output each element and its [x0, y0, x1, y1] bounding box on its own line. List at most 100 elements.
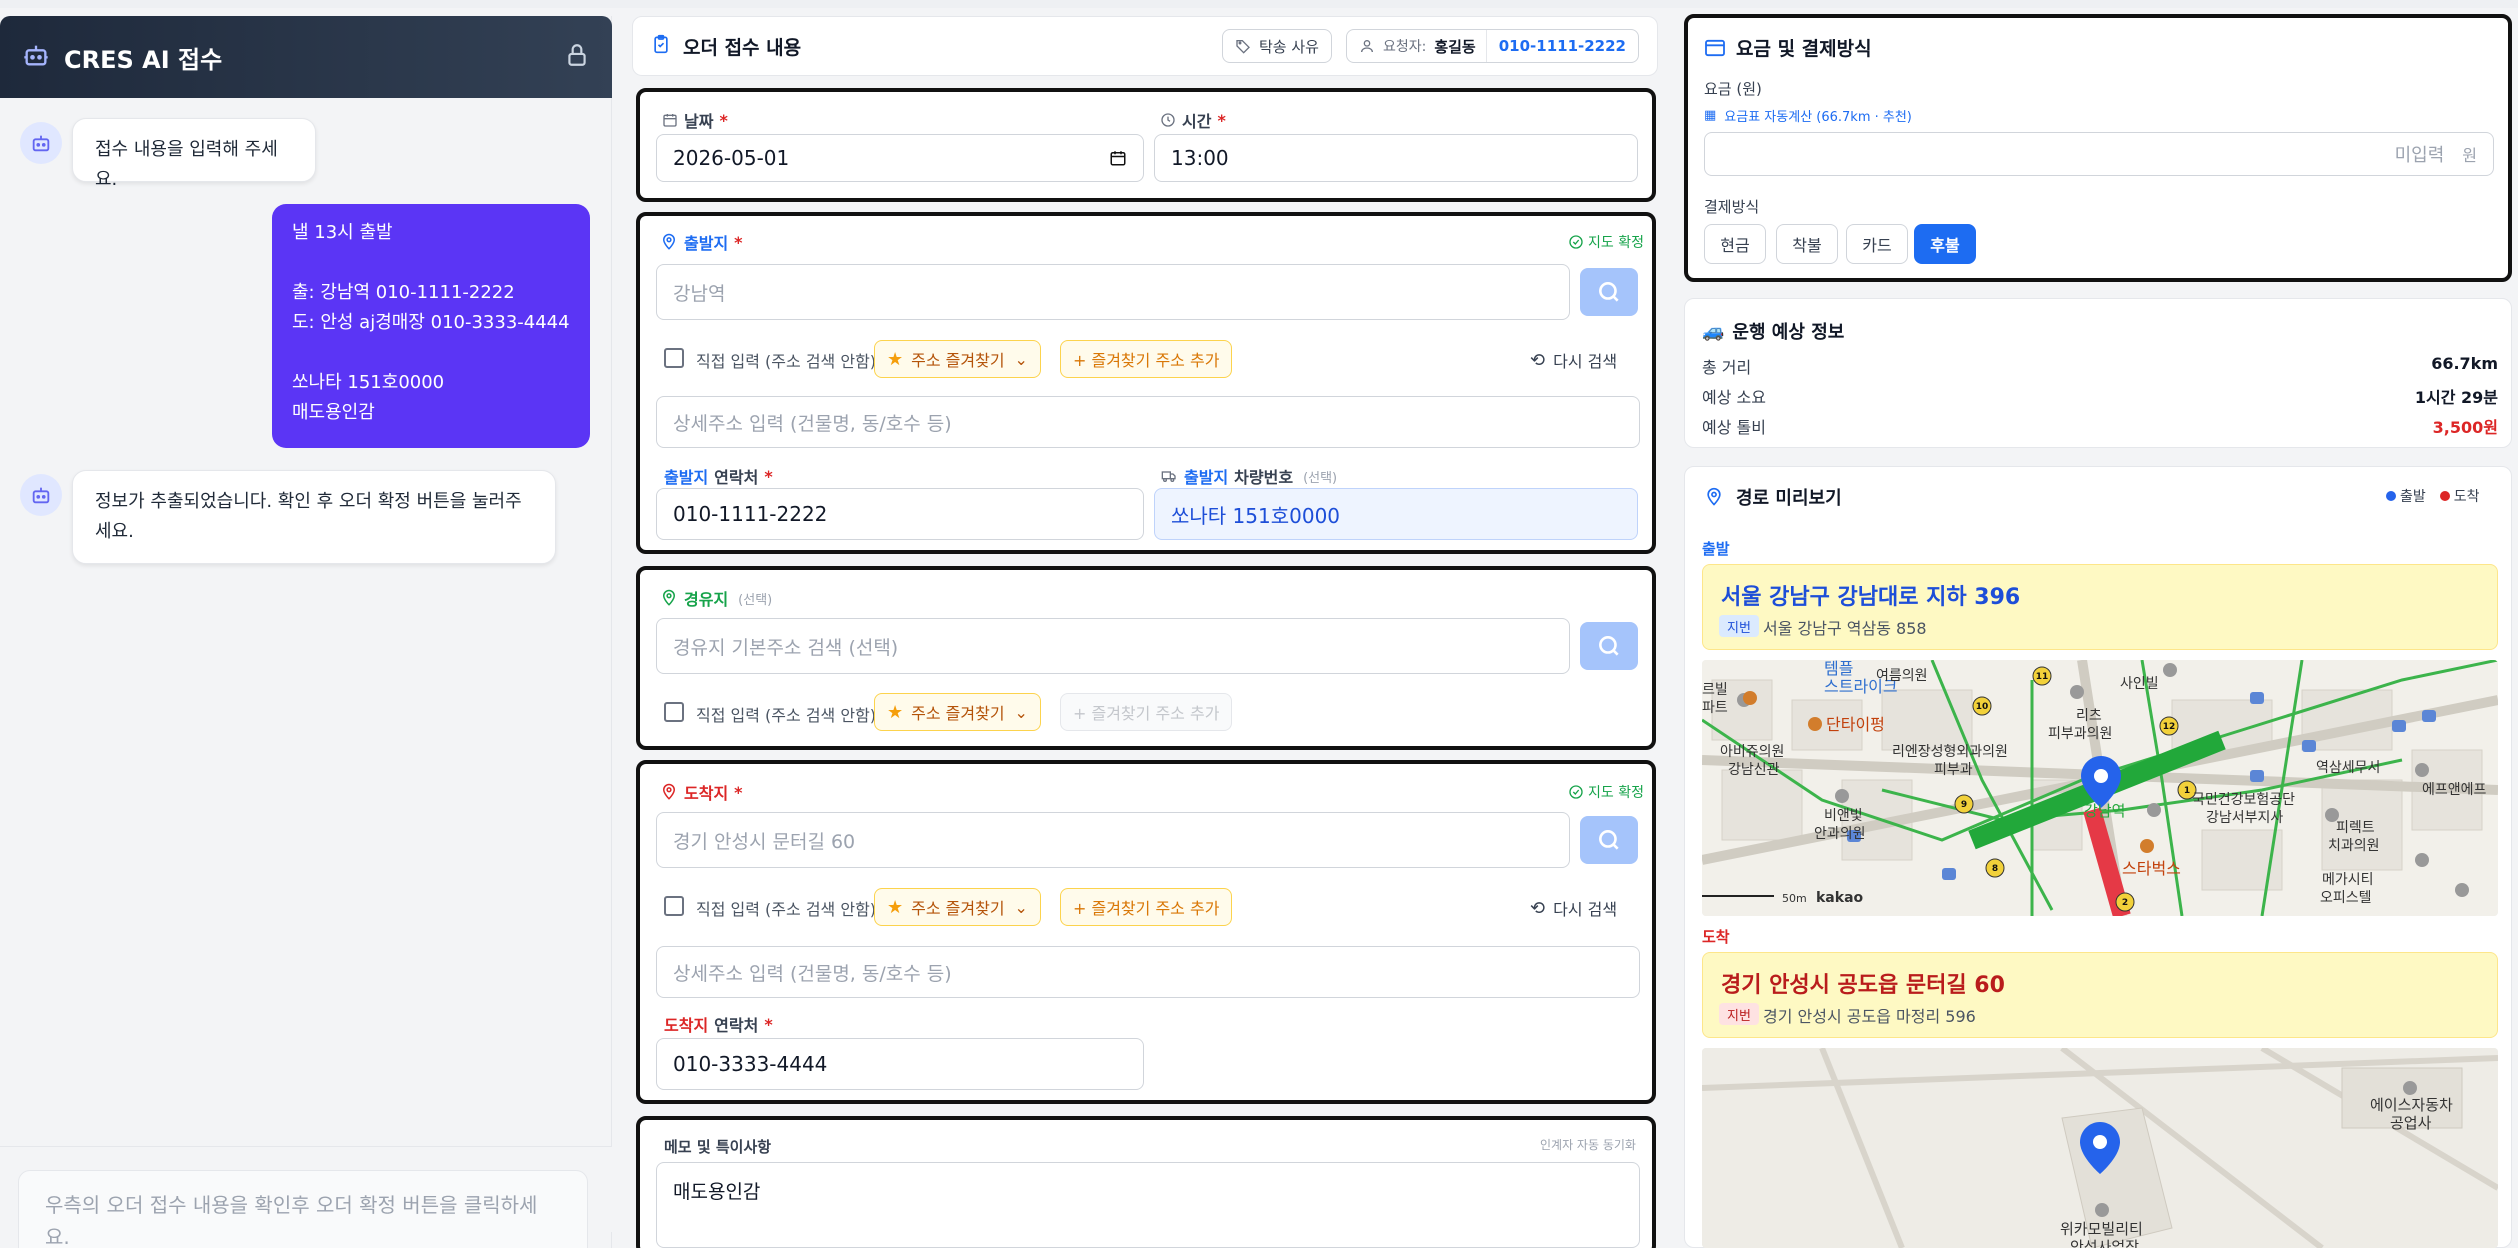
search-icon [1599, 636, 1619, 656]
fare-auto-calc[interactable]: ▦ 요금표 자동계산 (66.7km · 추천) [1704, 106, 1912, 125]
waypoint-search-button[interactable] [1580, 622, 1638, 670]
chevron-down-icon: ⌄ [1014, 702, 1028, 722]
time-input[interactable]: 13:00 [1154, 134, 1638, 182]
duration-label: 예상 소요 [1702, 388, 1766, 407]
destination-favorites-dropdown[interactable]: ★ 주소 즐겨찾기 ⌄ [874, 888, 1041, 926]
fare-placeholder: 미입력 [2394, 145, 2445, 166]
toll-value: 3,500원 [2432, 418, 2498, 437]
map-pin-icon [662, 783, 676, 800]
fare-input[interactable]: 미입력 원 [1704, 132, 2494, 176]
svg-text:공업사: 공업사 [2390, 1114, 2432, 1132]
route-end-label: 도착 [1702, 928, 1730, 946]
origin-label: 출발지 * [660, 230, 743, 254]
destination-favorites-label: 주소 즐겨찾기 [911, 899, 1005, 918]
waypoint-add-favorite-button[interactable]: + 즐겨찾기 주소 추가 [1060, 693, 1233, 731]
payment-card-button[interactable]: 카드 [1846, 224, 1908, 264]
svg-text:역삼세무서: 역삼세무서 [2316, 760, 2380, 776]
chevron-down-icon: ⌄ [1014, 349, 1028, 369]
waypoint-address-input[interactable]: 경유지 기본주소 검색 (선택) [656, 618, 1570, 674]
distance-label: 총 거리 [1702, 358, 1752, 377]
origin-confirmed-text: 지도 확정 [1588, 235, 1644, 251]
date-input[interactable]: 2026-05-01 [656, 134, 1144, 182]
waypoint-label: 경유지 (선택) [660, 586, 772, 610]
svg-text:리엔장성형외과의원: 리엔장성형외과의원 [1892, 744, 2008, 760]
waypoint-label-text: 경유지 [684, 590, 729, 609]
map-pin-icon [662, 589, 676, 606]
duration-value: 1시간 29분 [2414, 388, 2498, 407]
svg-text:강남서부지사: 강남서부지사 [2206, 810, 2283, 826]
origin-contact-text: 연락처 [714, 468, 759, 487]
payment-cash-button[interactable]: 현금 [1704, 224, 1766, 264]
end-map[interactable]: 에이스자동차 공업사 위카모빌리티 안성사업장 [1702, 1048, 2498, 1248]
svg-text:안성사업장: 안성사업장 [2070, 1238, 2139, 1248]
origin-manual-checkbox[interactable] [664, 348, 684, 368]
payment-cod-button[interactable]: 착불 [1776, 224, 1838, 264]
svg-text:오피스텔: 오피스텔 [2320, 890, 2372, 906]
requester-label: 요청자: [1382, 39, 1427, 55]
origin-contact-input[interactable]: 010-1111-2222 [656, 488, 1144, 540]
date-value: 2026-05-01 [673, 146, 790, 170]
payment-deferred-button[interactable]: 후불 [1914, 224, 1976, 264]
svg-text:위카모빌리티: 위카모빌리티 [2060, 1220, 2143, 1238]
order-header: 오더 접수 내용 탁송 사유 요청자: 홍길동 010-1111-2222 [632, 16, 1658, 76]
origin-search-button[interactable] [1580, 268, 1638, 316]
chat-title: CRES AI 접수 [64, 45, 223, 74]
svg-text:템플: 템플 [1824, 660, 1853, 678]
destination-search-button[interactable] [1580, 816, 1638, 864]
table-icon: ▦ [1704, 108, 1717, 123]
origin-vehicle-input[interactable]: 쏘나타 151호0000 [1154, 488, 1638, 540]
waypoint-favorites-dropdown[interactable]: ★ 주소 즐겨찾기 ⌄ [874, 693, 1041, 731]
time-label: 시간 * [1160, 108, 1226, 132]
origin-favorites-dropdown[interactable]: ★ 주소 즐겨찾기 ⌄ [874, 340, 1041, 378]
reason-chip[interactable]: 탁송 사유 [1222, 29, 1332, 63]
svg-text:르빌: 르빌 [1702, 682, 1728, 698]
lock-icon[interactable] [564, 42, 590, 73]
origin-address-input[interactable]: 강남역 [656, 264, 1570, 320]
waypoint-favorites-label: 주소 즐겨찾기 [911, 704, 1005, 723]
destination-contact-input[interactable]: 010-3333-4444 [656, 1038, 1144, 1090]
origin-add-favorite-button[interactable]: + 즐겨찾기 주소 추가 [1060, 340, 1233, 378]
origin-detail-input[interactable]: 상세주소 입력 (건물명, 동/호수 등) [656, 396, 1640, 448]
destination-address-input[interactable]: 경기 안성시 문터길 60 [656, 812, 1570, 868]
svg-text:에프앤에프: 에프앤에프 [2422, 782, 2487, 798]
date-label-text: 날짜 [684, 112, 714, 131]
fare-label: 요금 (원) [1704, 80, 1762, 98]
start-map[interactable]: 10 11 12 9182 템플 스트라이크 여름의원 사인빌 르빌 파트 리츠 피… [1702, 660, 2498, 916]
reason-chip-label: 탁송 사유 [1259, 37, 1319, 56]
svg-text:비앤빛: 비앤빛 [1824, 808, 1863, 824]
end-dot-icon [2439, 491, 2450, 501]
fare-unit: 원 [2462, 146, 2477, 165]
svg-text:사인빌: 사인빌 [2120, 676, 2159, 692]
origin-research-button[interactable]: ⟲ 다시 검색 [1530, 348, 1617, 372]
fare-title-text: 요금 및 결제방식 [1736, 38, 1872, 60]
route-start-label: 출발 [1702, 540, 1730, 558]
star-icon: ★ [887, 896, 904, 918]
waypoint-manual-checkbox[interactable] [664, 702, 684, 722]
origin-contact-prefix: 출발지 [664, 468, 709, 487]
svg-text:아비쥬의원: 아비쥬의원 [1720, 744, 1784, 760]
destination-label-text: 도착지 [684, 784, 729, 803]
start-lot: 서울 강남구 역삼동 858 [1763, 619, 1927, 638]
svg-text:9: 9 [1961, 800, 1967, 810]
calendar-icon[interactable] [1109, 149, 1127, 167]
svg-text:안과의원: 안과의원 [1814, 826, 1866, 842]
destination-detail-input[interactable]: 상세주소 입력 (건물명, 동/호수 등) [656, 946, 1640, 998]
refresh-icon: ⟲ [1530, 897, 1546, 919]
svg-text:메가시티: 메가시티 [2322, 872, 2374, 888]
chat-message-bot: 접수 내용을 입력해 주세요. [72, 118, 316, 190]
order-title: 오더 접수 내용 [683, 36, 802, 59]
svg-text:강남신관: 강남신관 [1728, 762, 1780, 778]
svg-text:12: 12 [2163, 722, 2176, 732]
destination-add-favorite-button[interactable]: + 즐겨찾기 주소 추가 [1060, 888, 1233, 926]
memo-label: 메모 및 특이사항 [664, 1138, 772, 1156]
estimate-toll-row: 예상 톨비 3,500원 [1702, 414, 2498, 438]
route-title-text: 경로 미리보기 [1736, 488, 1842, 509]
requester-chip: 요청자: 홍길동 010-1111-2222 [1345, 29, 1639, 63]
requester-name: 홍길동 [1434, 37, 1476, 56]
estimate-title: 🚙 운행 예상 정보 [1702, 318, 1844, 344]
destination-manual-checkbox[interactable] [664, 896, 684, 916]
svg-text:단타이펑: 단타이펑 [1826, 715, 1885, 734]
chat-input[interactable]: 우측의 오더 접수 내용을 확인후 오더 확정 버튼을 클릭하세요. [18, 1170, 588, 1248]
memo-textarea[interactable]: 매도용인감 [656, 1162, 1640, 1248]
destination-research-button[interactable]: ⟲ 다시 검색 [1530, 896, 1617, 920]
